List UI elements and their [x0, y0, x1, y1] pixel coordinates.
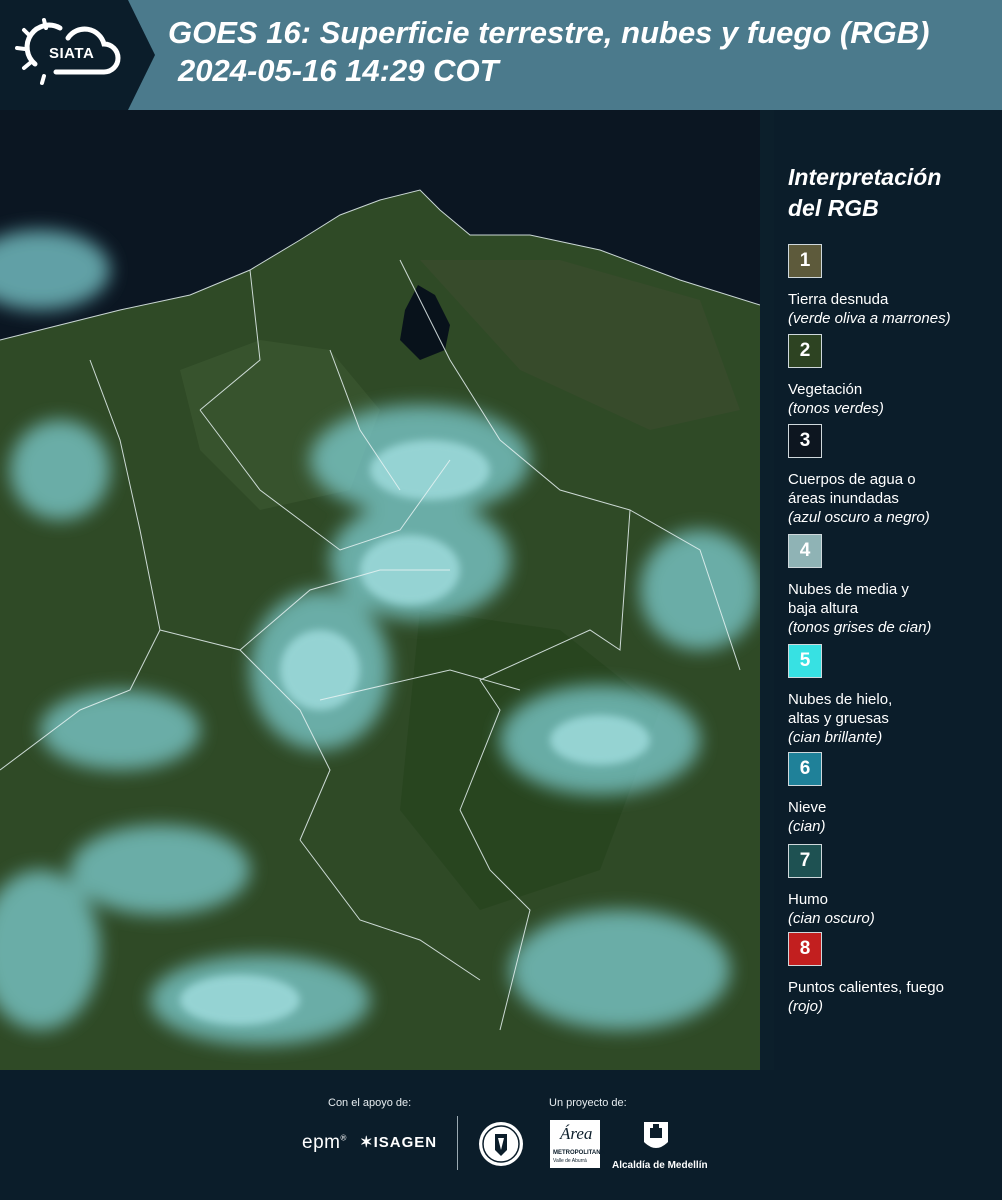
area-logo-title: Área [560, 1124, 593, 1143]
legend-item-4: 4 Nubes de media y baja altura (tonos gr… [788, 534, 998, 637]
alcaldia-logo-text: Alcaldía de Medellín [612, 1160, 708, 1171]
epm-logo: epm® [302, 1132, 347, 1153]
support-label: Con el apoyo de: [328, 1097, 412, 1109]
title-line-1: GOES 16: Superficie terrestre, nubes y f… [168, 15, 930, 50]
legend-desc: (azul oscuro a negro) [788, 509, 930, 526]
legend-number: 7 [799, 850, 811, 871]
legend-swatch: 7 [788, 844, 822, 878]
area-metropolitana-logo: Área METROPOLITANA Valle de Aburrá [550, 1120, 605, 1168]
satellite-map [0, 110, 760, 1070]
legend-item-5: 5 Nubes de hielo, altas y gruesas (cian … [788, 644, 998, 747]
area-logo-sub2: Valle de Aburrá [553, 1158, 587, 1164]
header: SIATA GOES 16: Superficie terrestre, nub… [0, 0, 1002, 110]
legend-desc: (cian oscuro) [788, 910, 875, 927]
legend-item-6: 6 Nieve (cian) [788, 752, 998, 836]
legend-number: 3 [799, 430, 811, 451]
legend-title: Interpretación del RGB [788, 162, 941, 224]
legend-desc: (cian) [788, 818, 826, 835]
legend-swatch: 4 [788, 534, 822, 568]
legend-number: 8 [799, 938, 811, 959]
legend-item-2: 2 Vegetación (tonos verdes) [788, 334, 998, 418]
legend-name: Puntos calientes, fuego [788, 979, 944, 996]
area-logo-sub: METROPOLITANA [553, 1150, 605, 1156]
legend-desc: (tonos verdes) [788, 400, 884, 417]
legend-item-7: 7 Humo (cian oscuro) [788, 844, 998, 928]
legend-name: Nieve [788, 799, 827, 816]
legend-name: Vegetación [788, 381, 863, 398]
legend-desc: (cian brillante) [788, 729, 883, 746]
legend-title-line-1: Interpretación [788, 164, 942, 190]
logo-block: SIATA [0, 0, 155, 110]
legend-number: 4 [799, 540, 811, 561]
isagen-mark-icon: ✶ [360, 1134, 374, 1151]
legend-swatch: 5 [788, 644, 822, 678]
isagen-logo: ✶ISAGEN [360, 1133, 437, 1151]
legend-swatch: 3 [788, 424, 822, 458]
legend-number: 2 [799, 340, 811, 361]
legend-name: Nubes de media y baja altura [788, 581, 909, 617]
title-line-2: 2024-05-16 14:29 COT [178, 53, 499, 88]
alcaldia-shield-icon [642, 1120, 670, 1156]
legend-name: Cuerpos de agua o áreas inundadas [788, 471, 916, 507]
legend-swatch: 8 [788, 932, 822, 966]
legend-name: Nubes de hielo, altas y gruesas [788, 691, 893, 727]
legend-name: Tierra desnuda [788, 291, 889, 308]
isagen-logo-text: ISAGEN [373, 1134, 438, 1151]
legend-title-line-2: del RGB [788, 195, 879, 221]
siata-logo-text: SIATA [49, 45, 95, 62]
legend-item-3: 3 Cuerpos de agua o áreas inundadas (azu… [788, 424, 998, 527]
medellin-seal-icon [477, 1120, 525, 1168]
legend-item-8: 8 Puntos calientes, fuego (rojo) [788, 932, 998, 1016]
legend-swatch: 6 [788, 752, 822, 786]
epm-logo-text: epm [302, 1132, 341, 1153]
project-label: Un proyecto de: [549, 1097, 627, 1109]
legend-desc: (tonos grises de cian) [788, 619, 932, 636]
legend-swatch: 1 [788, 244, 822, 278]
legend-number: 5 [799, 650, 811, 671]
page-title: GOES 16: Superficie terrestre, nubes y f… [168, 14, 929, 90]
footer-divider [457, 1116, 458, 1170]
legend-desc: (rojo) [788, 998, 824, 1015]
legend-panel: Interpretación del RGB 1 Tierra desnuda … [774, 110, 1002, 1070]
legend-number: 6 [799, 758, 811, 779]
legend-desc: (verde oliva a marrones) [788, 310, 951, 327]
legend-number: 1 [799, 250, 811, 271]
legend-swatch: 2 [788, 334, 822, 368]
footer: Con el apoyo de: Un proyecto de: epm® ✶I… [0, 1070, 1002, 1200]
legend-item-1: 1 Tierra desnuda (verde oliva a marrones… [788, 244, 998, 328]
legend-name: Humo [788, 891, 829, 908]
